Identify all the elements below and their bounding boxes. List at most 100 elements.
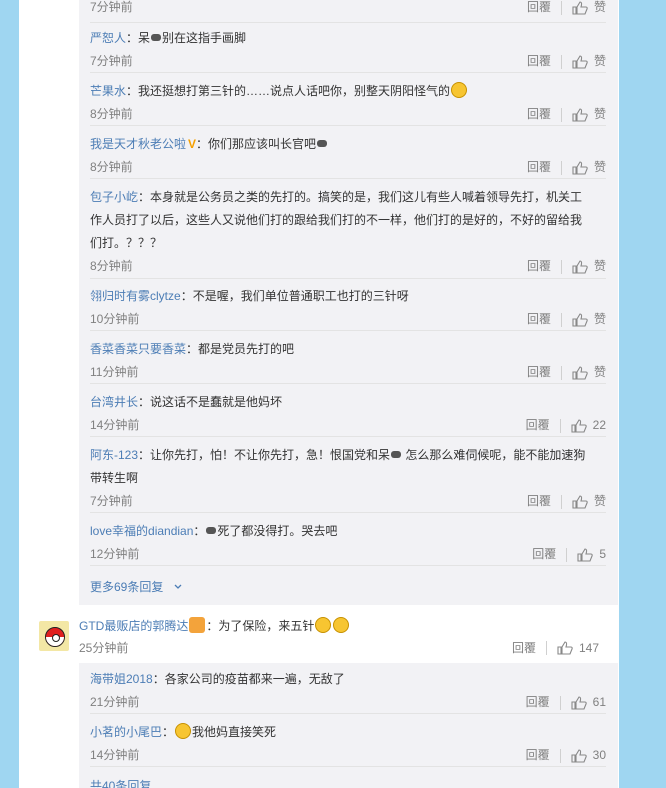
reply-username[interactable]: 翎归时有雾clytze [90, 289, 181, 303]
reply-actions: 回覆 赞 [527, 50, 606, 73]
reply-button[interactable]: 回覆 [526, 744, 550, 767]
reply-button[interactable]: 回覆 [527, 255, 551, 278]
thumbs-up-icon[interactable] [572, 0, 588, 15]
thumbs-up-icon[interactable] [572, 312, 588, 327]
reply-button[interactable]: 回覆 [526, 414, 550, 437]
smile-emoji-icon [451, 82, 468, 98]
comment-username[interactable]: GTD最贩店的郭腾达 [79, 619, 188, 633]
like-count: 赞 [593, 107, 606, 121]
reply-time: 11分钟前 [90, 365, 139, 379]
reply-time: 8分钟前 [90, 107, 133, 121]
thumbs-up-icon[interactable] [557, 641, 573, 655]
reply-actions: 回覆 30 [526, 744, 606, 767]
like-count: 61 [592, 695, 606, 709]
reply-text: ：说这话不是蠢就是他妈坏 [138, 395, 283, 409]
reply-button[interactable]: 回覆 [527, 308, 551, 331]
more-replies-link[interactable]: 共40条回复 [90, 776, 151, 788]
like-count: 赞 [593, 160, 606, 174]
thumbs-up-icon[interactable] [571, 695, 587, 710]
reply-actions: 回覆 5 [532, 543, 606, 566]
reply-text: 死了都没得打。哭去吧 [217, 524, 338, 538]
thumbs-up-icon[interactable] [571, 418, 587, 433]
reply-button[interactable]: 回覆 [527, 490, 551, 513]
more-replies-label: 共40条回复 [90, 779, 152, 788]
reply-text: 别在这指手画脚 [162, 31, 247, 45]
reply-time: 8分钟前 [90, 259, 133, 273]
reply-text: ：不是喔，我们单位普通职工也打的三针呀 [180, 289, 409, 303]
divider [560, 494, 562, 509]
sticker-icon [206, 527, 217, 534]
reply-text: ：本身就是公务员之类的先打的。搞笑的是，我们这儿有些人喊着领导先打，机关工 [138, 190, 583, 204]
reply-username[interactable]: 芒果水 [90, 84, 126, 98]
reply-time: 21分钟前 [90, 695, 140, 709]
thumbs-up-icon[interactable] [572, 107, 588, 122]
reply-actions: 回覆 61 [526, 691, 606, 714]
reply-username[interactable]: 香菜香菜只要香菜 [90, 342, 186, 356]
reply-text: 怎么那么难伺候呢，能不能加速狗 [402, 448, 586, 462]
reply-username[interactable]: 包子小屹 [90, 190, 138, 204]
reply-username[interactable]: 海带姐2018 [90, 672, 153, 686]
divider [560, 365, 562, 380]
pokeball-icon [45, 627, 65, 647]
like-count: 赞 [593, 312, 606, 326]
reply-button[interactable]: 回覆 [527, 103, 551, 126]
doge-emoji-icon [333, 617, 350, 633]
thumbs-up-icon[interactable] [577, 547, 594, 562]
reply-text: ：都是党员先打的吧 [186, 342, 295, 356]
reply-text-line: 带转生啊 [90, 471, 139, 485]
more-replies-label: 更多69条回复 [90, 580, 164, 594]
reply-button[interactable]: 回覆 [527, 0, 551, 19]
divider [560, 107, 562, 122]
reply-text-line: 们打。？？？ [90, 236, 163, 250]
more-replies-link[interactable]: 更多69条回复 [90, 577, 183, 597]
reply-button[interactable]: 回覆 [527, 156, 551, 179]
like-count: 赞 [593, 259, 606, 273]
reply-button[interactable]: 回覆 [532, 543, 556, 566]
like-count: 赞 [593, 494, 606, 508]
divider [545, 641, 547, 655]
thumbs-up-icon[interactable] [572, 54, 588, 69]
like-count: 147 [578, 641, 599, 655]
divider [559, 418, 561, 433]
reply-item: 香菜香菜只要香菜：都是党员先打的吧 11分钟前 回覆 赞 [90, 338, 606, 384]
thumbs-up-icon[interactable] [571, 748, 587, 763]
doge-emoji-icon [315, 617, 332, 633]
reply-username[interactable]: 阿东-123 [90, 448, 138, 462]
main-comment: GTD最贩店的郭腾达 ：为了保险，来五针 25分钟前 回覆 147 [79, 615, 599, 659]
reply-time: 7分钟前 [90, 54, 133, 68]
divider [560, 54, 562, 69]
reply-time: 14分钟前 [90, 418, 140, 432]
reply-actions: 回覆 赞 [527, 308, 606, 331]
reply-username[interactable]: 我是天才秋老公啦 [90, 137, 186, 151]
reply-actions: 回覆 赞 [527, 156, 606, 179]
thumbs-up-icon[interactable] [572, 259, 588, 274]
reply-actions: 回覆 赞 [527, 361, 606, 384]
reply-text-line: 作人员打了以后，这些人又说他们打的跟给我们打的不一样，他们打的是好的，不好的留给… [90, 213, 583, 227]
reply-actions: 回覆 赞 [527, 103, 606, 126]
thumbs-up-icon[interactable] [572, 494, 588, 509]
reply-button[interactable]: 回覆 [527, 50, 551, 73]
divider [559, 748, 561, 763]
reply-button[interactable]: 回覆 [527, 361, 551, 384]
reply-username[interactable]: 严恕人 [90, 31, 126, 45]
thumbs-up-icon[interactable] [572, 365, 588, 380]
reply-button[interactable]: 回覆 [526, 691, 550, 714]
reply-text: ：各家公司的疫苗都来一遍，无敌了 [152, 672, 345, 686]
thumbs-up-icon[interactable] [572, 160, 588, 175]
reply-username[interactable]: love幸福的diandian [90, 524, 193, 538]
divider [559, 695, 561, 710]
reply-username[interactable]: 台湾井长 [90, 395, 138, 409]
comment-actions: 回覆 147 [512, 637, 599, 659]
reply-text: ：我还挺想打第三针的……说点人话吧你，别整天阴阳怪气的 [126, 84, 451, 98]
sticker-icon [317, 140, 328, 147]
reply-time: 14分钟前 [90, 748, 140, 762]
avatar[interactable] [39, 621, 69, 651]
reply-text: ：你们那应该叫长官吧 [196, 137, 317, 151]
divider [560, 312, 562, 327]
divider [560, 0, 562, 15]
reply-actions: 回覆 赞 [527, 0, 606, 19]
reply-item: 7分钟前 回覆 赞 [90, 0, 606, 23]
reply-button[interactable]: 回覆 [512, 637, 536, 659]
reply-username[interactable]: 小茗的小尾巴 [90, 725, 162, 739]
chevron-down-icon [174, 584, 182, 589]
